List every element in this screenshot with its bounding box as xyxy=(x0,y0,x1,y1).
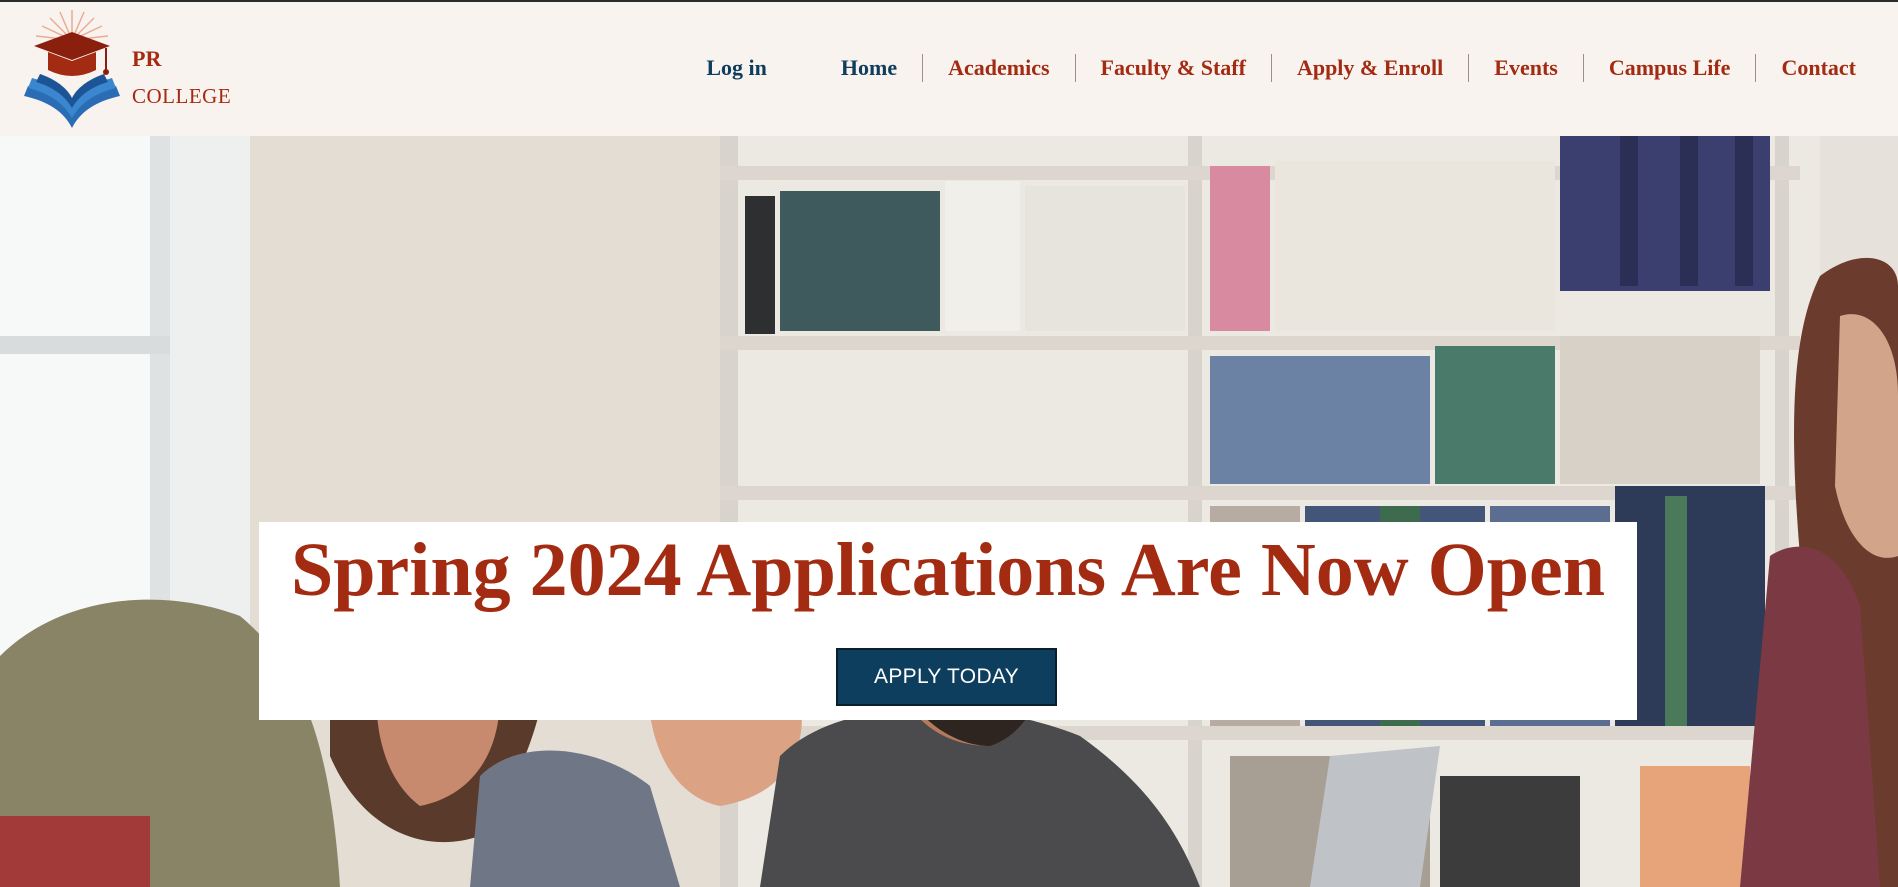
brand-name-line1: PR xyxy=(132,46,162,71)
main-navigation: Log in Home Academics Faculty & Staff Ap… xyxy=(681,48,1868,88)
nav-home[interactable]: Home xyxy=(816,54,922,82)
nav-campus-life[interactable]: Campus Life xyxy=(1584,54,1756,82)
nav-contact[interactable]: Contact xyxy=(1756,54,1868,82)
nav-faculty-staff[interactable]: Faculty & Staff xyxy=(1076,54,1271,82)
nav-login[interactable]: Log in xyxy=(681,54,792,82)
announcement-banner: Spring 2024 Applications Are Now Open AP… xyxy=(259,522,1637,720)
nav-apply-enroll[interactable]: Apply & Enroll xyxy=(1272,54,1468,82)
brand-name-line2: COLLEGE xyxy=(132,84,232,108)
graduation-cap-book-icon xyxy=(24,10,120,128)
logo-link[interactable]: PR COLLEGE xyxy=(22,8,242,132)
site-header: PR COLLEGE Log in Home Academics Faculty… xyxy=(0,2,1898,136)
hero-headline: Spring 2024 Applications Are Now Open xyxy=(290,528,1606,612)
nav-events[interactable]: Events xyxy=(1469,54,1583,82)
apply-today-button[interactable]: APPLY TODAY xyxy=(836,648,1057,706)
hero-section: Spring 2024 Applications Are Now Open AP… xyxy=(0,136,1898,887)
hero-background-image xyxy=(0,136,1898,887)
nav-academics[interactable]: Academics xyxy=(923,54,1074,82)
